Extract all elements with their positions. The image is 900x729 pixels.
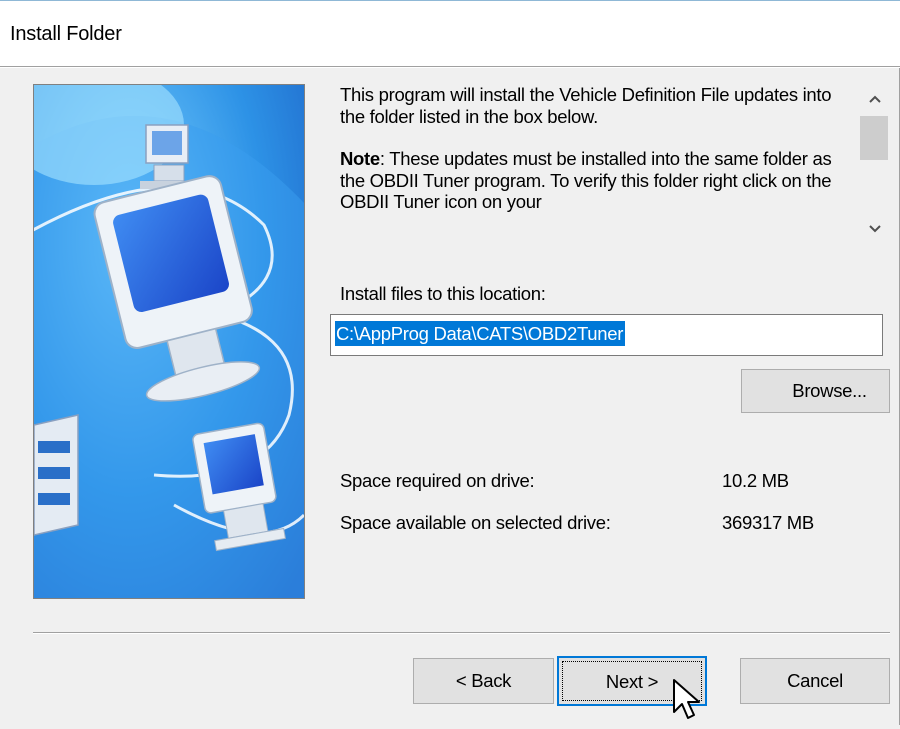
browse-button[interactable]: Browse... — [741, 369, 890, 413]
space-available-label: Space available on selected drive: — [340, 512, 611, 533]
focus-rectangle — [562, 661, 702, 701]
wizard-illustration — [33, 84, 305, 599]
info-text-area[interactable]: This program will install the Vehicle De… — [330, 82, 892, 244]
install-folder-dialog: Install Folder This program will install… — [0, 0, 900, 725]
note-label: Note — [340, 148, 380, 169]
next-button[interactable]: Next > — [557, 656, 707, 706]
network-computers-image — [34, 85, 304, 598]
footer-divider — [33, 632, 890, 634]
install-location-input[interactable]: C:\AppProg Data\CATS\OBD2Tuner — [330, 314, 883, 356]
note-paragraph: Note: These updates must be installed in… — [340, 148, 845, 213]
dialog-header: Install Folder — [0, 0, 900, 66]
space-available-value: 369317 MB — [722, 512, 814, 533]
location-label: Install files to this location: — [340, 283, 546, 304]
header-divider — [0, 66, 900, 68]
space-required-label: Space required on drive: — [340, 470, 535, 491]
info-paragraph: This program will install the Vehicle De… — [340, 84, 832, 127]
info-text: This program will install the Vehicle De… — [340, 84, 845, 213]
chevron-up-icon[interactable] — [858, 84, 892, 114]
dialog-title: Install Folder — [10, 23, 122, 45]
cancel-button[interactable]: Cancel — [740, 658, 890, 704]
chevron-down-icon[interactable] — [858, 214, 892, 244]
info-scrollbar[interactable] — [858, 82, 892, 244]
browse-button-label: Browse... — [792, 380, 867, 401]
space-required-value: 10.2 MB — [722, 470, 789, 491]
note-text: : These updates must be installed into t… — [340, 148, 832, 212]
back-button[interactable]: < Back — [413, 658, 554, 704]
install-location-value: C:\AppProg Data\CATS\OBD2Tuner — [335, 321, 626, 346]
scroll-thumb[interactable] — [860, 116, 888, 160]
